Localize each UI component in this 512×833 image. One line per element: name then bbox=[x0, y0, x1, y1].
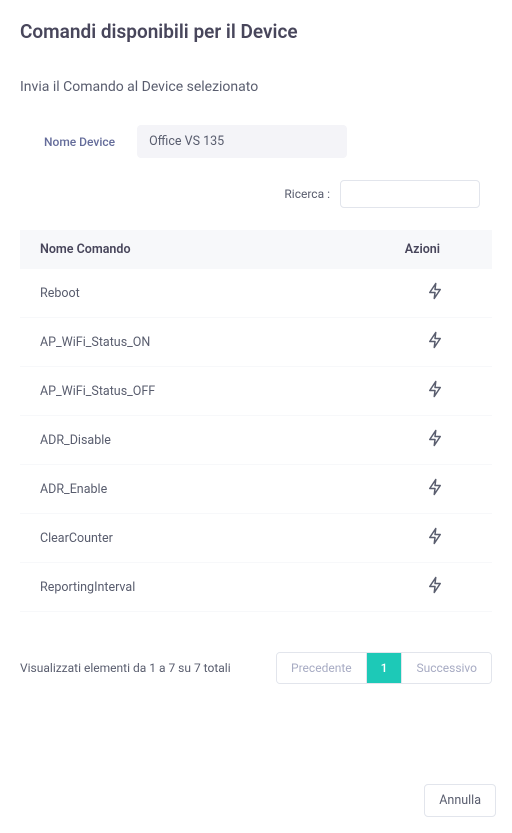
command-action-cell bbox=[299, 318, 492, 367]
table-row: ClearCounter bbox=[20, 514, 492, 563]
col-name: Nome Comando bbox=[20, 230, 299, 269]
execute-icon[interactable] bbox=[426, 331, 444, 349]
command-name-cell: Reboot bbox=[20, 269, 299, 318]
command-action-cell bbox=[299, 269, 492, 318]
execute-icon[interactable] bbox=[426, 380, 444, 398]
execute-icon[interactable] bbox=[426, 429, 444, 447]
execute-icon[interactable] bbox=[426, 527, 444, 545]
table-footer: Visualizzati elementi da 1 a 7 su 7 tota… bbox=[20, 652, 492, 684]
page-title: Comandi disponibili per il Device bbox=[20, 20, 492, 43]
command-action-cell bbox=[299, 416, 492, 465]
table-row: AP_WiFi_Status_OFF bbox=[20, 367, 492, 416]
execute-icon[interactable] bbox=[426, 478, 444, 496]
pager-prev[interactable]: Precedente bbox=[277, 653, 367, 683]
device-label: Nome Device bbox=[44, 135, 115, 149]
search-input[interactable] bbox=[340, 180, 480, 208]
command-action-cell bbox=[299, 367, 492, 416]
search-row: Ricerca : bbox=[20, 180, 492, 208]
table-row: ADR_Disable bbox=[20, 416, 492, 465]
command-action-cell bbox=[299, 563, 492, 612]
pager: Precedente 1 Successivo bbox=[276, 652, 492, 684]
command-name-cell: ClearCounter bbox=[20, 514, 299, 563]
command-name-cell: AP_WiFi_Status_ON bbox=[20, 318, 299, 367]
pagination-info: Visualizzati elementi da 1 a 7 su 7 tota… bbox=[20, 661, 231, 675]
command-name-cell: ReportingInterval bbox=[20, 563, 299, 612]
table-row: AP_WiFi_Status_ON bbox=[20, 318, 492, 367]
execute-icon[interactable] bbox=[426, 576, 444, 594]
command-action-cell bbox=[299, 514, 492, 563]
commands-table: Nome Comando Azioni RebootAP_WiFi_Status… bbox=[20, 230, 492, 612]
modal-footer: Annulla bbox=[0, 768, 512, 833]
table-row: ReportingInterval bbox=[20, 563, 492, 612]
command-name-cell: ADR_Disable bbox=[20, 416, 299, 465]
table-header-row: Nome Comando Azioni bbox=[20, 230, 492, 269]
search-label: Ricerca : bbox=[284, 187, 330, 201]
device-row: Nome Device bbox=[20, 125, 492, 158]
command-name-cell: AP_WiFi_Status_OFF bbox=[20, 367, 299, 416]
pager-page-1[interactable]: 1 bbox=[367, 653, 403, 683]
pager-next[interactable]: Successivo bbox=[402, 653, 491, 683]
cancel-button[interactable]: Annulla bbox=[424, 784, 496, 817]
execute-icon[interactable] bbox=[426, 282, 444, 300]
device-name-input[interactable] bbox=[137, 125, 347, 158]
col-actions: Azioni bbox=[299, 230, 492, 269]
page-subtitle: Invia il Comando al Device selezionato bbox=[20, 79, 492, 95]
command-action-cell bbox=[299, 465, 492, 514]
table-row: Reboot bbox=[20, 269, 492, 318]
table-row: ADR_Enable bbox=[20, 465, 492, 514]
command-name-cell: ADR_Enable bbox=[20, 465, 299, 514]
